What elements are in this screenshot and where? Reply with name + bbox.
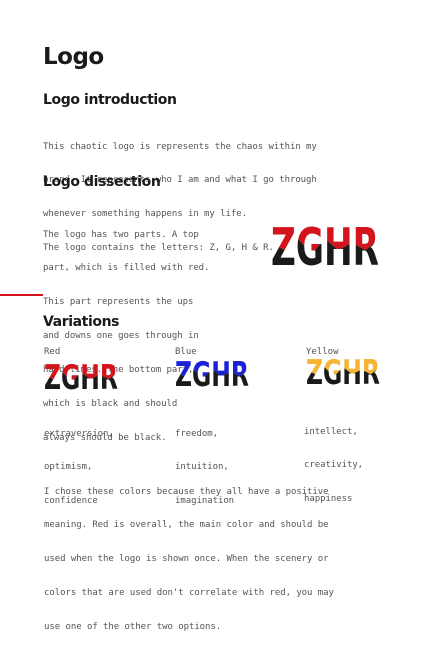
intro-line: This chaotic logo is represents the chao… [43, 141, 317, 152]
variations-heading: Variations [43, 314, 120, 330]
page-title: Logo [43, 44, 104, 70]
dissection-heading: Logo dissection [43, 174, 161, 190]
trait: extraversion, [44, 428, 114, 439]
conclusion-line: used when the logo is shown once. When t… [44, 554, 329, 565]
dissection-line: The logo has two parts. A top [43, 229, 199, 240]
conclusion-line: colors that are used don't correlate wit… [44, 588, 334, 599]
main-logo: ZGHRZGHR [271, 218, 379, 278]
accent-divider [0, 294, 43, 296]
dissection-line: part, which is filled with red. [43, 263, 210, 274]
conclusion-line: use one of the other two options. [44, 622, 222, 633]
conclusion-line: meaning. Red is overall, the main color … [44, 520, 329, 531]
dissection-line: and downs one goes through in [43, 331, 199, 342]
variation-blue-logo: ZGHRZGHR [175, 355, 249, 394]
trait: freedom, [175, 428, 218, 439]
dissection-line: This part represents the ups [43, 297, 194, 308]
trait: intellect, [304, 426, 358, 437]
conclusion-paragraph: I chose these colors because they all ha… [44, 464, 334, 645]
variation-red-logo: ZGHRZGHR [44, 358, 118, 397]
intro-heading: Logo introduction [43, 92, 177, 108]
variation-yellow-logo: ZGHRZGHR [306, 353, 380, 392]
variation-red-name: Red [44, 347, 61, 357]
conclusion-line: I chose these colors because they all ha… [44, 486, 329, 497]
